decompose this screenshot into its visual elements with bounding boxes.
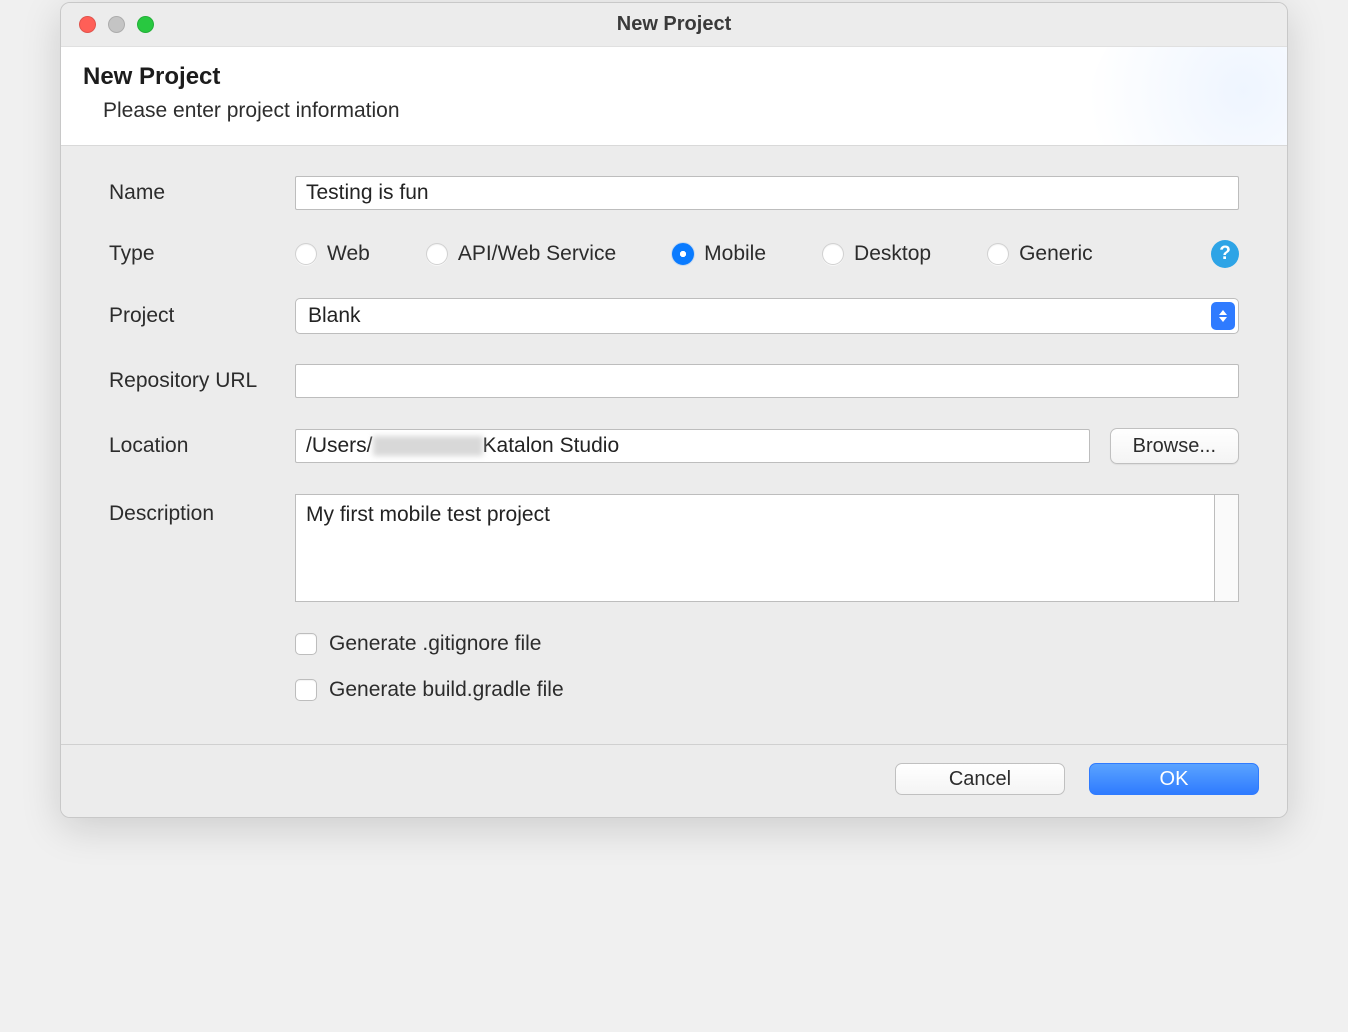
dialog-footer: Cancel OK — [61, 744, 1287, 817]
checkbox-label: Generate .gitignore file — [329, 632, 541, 656]
name-label: Name — [109, 181, 295, 205]
redacted-username — [373, 436, 483, 456]
checkbox-icon — [295, 679, 317, 701]
project-label: Project — [109, 304, 295, 328]
titlebar: New Project — [61, 3, 1287, 47]
new-project-dialog: New Project New Project Please enter pro… — [60, 2, 1288, 818]
description-label: Description — [109, 502, 295, 526]
checkbox-label: Generate build.gradle file — [329, 678, 564, 702]
location-row: Location /Users/Katalon Studio Browse... — [109, 428, 1239, 464]
description-row: Description — [109, 494, 1239, 602]
location-label: Location — [109, 434, 295, 458]
name-input[interactable] — [295, 176, 1239, 210]
description-input[interactable] — [295, 494, 1215, 602]
banner-decoration — [1087, 47, 1287, 146]
minimize-window-icon[interactable] — [108, 16, 125, 33]
project-row: Project Blank — [109, 298, 1239, 334]
radio-label: Desktop — [854, 242, 931, 266]
radio-icon-selected — [672, 243, 694, 265]
window-controls — [61, 16, 154, 33]
help-icon[interactable]: ? — [1211, 240, 1239, 268]
type-radio-mobile[interactable]: Mobile — [672, 242, 766, 266]
type-radio-desktop[interactable]: Desktop — [822, 242, 931, 266]
project-select[interactable]: Blank — [295, 298, 1239, 334]
type-label: Type — [109, 242, 295, 266]
chevron-up-down-icon — [1211, 302, 1235, 330]
scrollbar[interactable] — [1215, 494, 1239, 602]
radio-label: Mobile — [704, 242, 766, 266]
gitignore-row: Generate .gitignore file — [109, 632, 1239, 656]
type-radio-web[interactable]: Web — [295, 242, 370, 266]
project-select-value: Blank — [295, 298, 1239, 334]
generate-gradle-checkbox[interactable]: Generate build.gradle file — [295, 678, 564, 702]
name-row: Name — [109, 176, 1239, 210]
radio-icon — [426, 243, 448, 265]
radio-label: API/Web Service — [458, 242, 616, 266]
repository-url-row: Repository URL — [109, 364, 1239, 398]
description-wrap — [295, 494, 1239, 602]
close-window-icon[interactable] — [79, 16, 96, 33]
location-input[interactable]: /Users/Katalon Studio — [295, 429, 1090, 463]
cancel-button[interactable]: Cancel — [895, 763, 1065, 795]
banner-heading: New Project — [83, 63, 1265, 91]
gradle-row: Generate build.gradle file — [109, 678, 1239, 702]
form-area: Name Type Web API/Web Service Mobile — [61, 146, 1287, 744]
radio-icon — [987, 243, 1009, 265]
repository-url-label: Repository URL — [109, 369, 295, 393]
type-radio-api[interactable]: API/Web Service — [426, 242, 616, 266]
browse-button[interactable]: Browse... — [1110, 428, 1239, 464]
radio-label: Generic — [1019, 242, 1093, 266]
generate-gitignore-checkbox[interactable]: Generate .gitignore file — [295, 632, 541, 656]
radio-icon — [822, 243, 844, 265]
maximize-window-icon[interactable] — [137, 16, 154, 33]
dialog-banner: New Project Please enter project informa… — [61, 47, 1287, 146]
radio-label: Web — [327, 242, 370, 266]
type-row: Type Web API/Web Service Mobile Desktop — [109, 240, 1239, 268]
type-radio-group: Web API/Web Service Mobile Desktop Gener… — [295, 240, 1239, 268]
location-suffix: Katalon Studio — [483, 434, 620, 458]
checkbox-icon — [295, 633, 317, 655]
radio-icon — [295, 243, 317, 265]
ok-button[interactable]: OK — [1089, 763, 1259, 795]
location-prefix: /Users/ — [306, 434, 373, 458]
repository-url-input[interactable] — [295, 364, 1239, 398]
type-radio-generic[interactable]: Generic — [987, 242, 1093, 266]
window-title: New Project — [61, 13, 1287, 36]
